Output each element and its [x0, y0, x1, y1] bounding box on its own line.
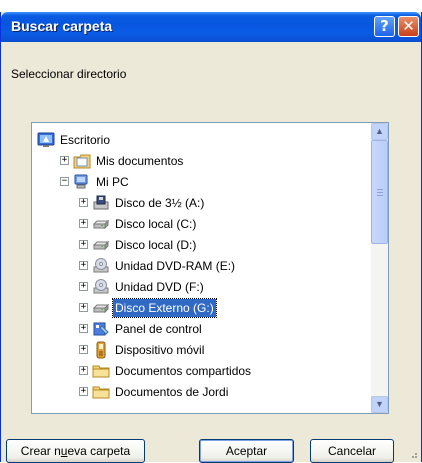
hard-drive-icon [92, 299, 110, 317]
folder-icon [92, 383, 110, 401]
dvd-drive-icon [92, 278, 110, 296]
expand-plus-icon[interactable]: + [60, 156, 69, 165]
floppy-drive-icon [92, 194, 110, 212]
close-button[interactable]: ✕ [398, 16, 419, 37]
expand-plus-icon[interactable]: + [79, 261, 88, 270]
tree-node-label[interactable]: Disco de 3½ (A:) [113, 193, 206, 213]
instruction-text: Seleccionar directorio [11, 67, 127, 81]
my-documents-icon [73, 152, 91, 170]
accept-button[interactable]: Aceptar [199, 439, 294, 463]
tree-node-label[interactable]: Dispositivo móvil [113, 340, 206, 360]
mobile-device-icon [92, 341, 110, 359]
cancel-button[interactable]: Cancelar [310, 439, 394, 463]
expand-plus-icon[interactable]: + [79, 219, 88, 228]
tree-node-10[interactable]: + Dispositivo móvil [32, 340, 369, 360]
expand-plus-icon[interactable]: + [79, 366, 88, 375]
tree-node-6[interactable]: + Unidad DVD-RAM (E:) [32, 256, 369, 276]
tree-node-1[interactable]: + Mis documentos [32, 151, 369, 171]
expand-plus-icon[interactable]: + [79, 282, 88, 291]
desktop-icon [37, 131, 55, 149]
tree-node-2[interactable]: − Mi PC [32, 172, 369, 192]
tree-node-4[interactable]: + Disco local (C:) [32, 214, 369, 234]
expand-plus-icon[interactable]: + [79, 303, 88, 312]
tree-node-label[interactable]: Disco Externo (G:) [112, 298, 217, 318]
tree-node-9[interactable]: + Panel de control [32, 319, 369, 339]
tree-node-12[interactable]: + Documentos de Jordi [32, 382, 369, 402]
folder-tree[interactable]: Escritorio + Mis documentos − Mi PC + Disco de… [31, 122, 389, 414]
vertical-scrollbar[interactable]: ▲ ▼ [371, 123, 388, 413]
tree-node-7[interactable]: + Unidad DVD (F:) [32, 277, 369, 297]
tree-node-0[interactable]: Escritorio [32, 130, 369, 150]
collapse-minus-icon[interactable]: − [60, 177, 69, 186]
scroll-thumb[interactable] [371, 140, 388, 244]
new-folder-button[interactable]: Crear nueva carpeta [6, 439, 145, 463]
scroll-down-arrow[interactable]: ▼ [371, 396, 388, 413]
folder-icon [92, 362, 110, 380]
window-title: Buscar carpeta [11, 18, 113, 34]
dvd-drive-icon [92, 257, 110, 275]
new-folder-label-end: eva carpeta [67, 444, 131, 458]
expand-plus-icon[interactable]: + [79, 324, 88, 333]
scroll-up-arrow[interactable]: ▲ [371, 123, 388, 140]
title-bar[interactable]: Buscar carpeta ? ✕ [1, 12, 421, 42]
new-folder-label-start: Crear n [20, 444, 61, 458]
my-computer-icon [73, 173, 91, 191]
tree-node-label[interactable]: Unidad DVD-RAM (E:) [113, 256, 237, 276]
expand-plus-icon[interactable]: + [79, 198, 88, 207]
tree-node-label[interactable]: Disco local (D:) [113, 235, 198, 255]
tree-node-label[interactable]: Disco local (C:) [113, 214, 198, 234]
help-button[interactable]: ? [374, 16, 395, 37]
tree-node-label[interactable]: Escritorio [58, 130, 112, 150]
expand-plus-icon[interactable]: + [79, 240, 88, 249]
tree-node-8[interactable]: + Disco Externo (G:) [32, 298, 369, 318]
tree-node-label[interactable]: Documentos compartidos [113, 361, 253, 381]
expand-plus-icon[interactable]: + [79, 387, 88, 396]
tree-node-label[interactable]: Panel de control [113, 319, 204, 339]
hard-drive-icon [92, 215, 110, 233]
tree-node-5[interactable]: + Disco local (D:) [32, 235, 369, 255]
hard-drive-icon [92, 236, 110, 254]
tree-node-label[interactable]: Documentos de Jordi [113, 382, 230, 402]
tree-node-label[interactable]: Unidad DVD (F:) [113, 277, 206, 297]
browse-folder-dialog: Buscar carpeta ? ✕ Seleccionar directori… [0, 12, 422, 463]
tree-node-11[interactable]: + Documentos compartidos [32, 361, 369, 381]
tree-node-label[interactable]: Mis documentos [94, 151, 185, 171]
tree-node-3[interactable]: + Disco de 3½ (A:) [32, 193, 369, 213]
resize-grip-icon[interactable] [408, 449, 418, 459]
expand-plus-icon[interactable]: + [79, 345, 88, 354]
tree-node-label[interactable]: Mi PC [94, 172, 131, 192]
control-panel-icon [92, 320, 110, 338]
